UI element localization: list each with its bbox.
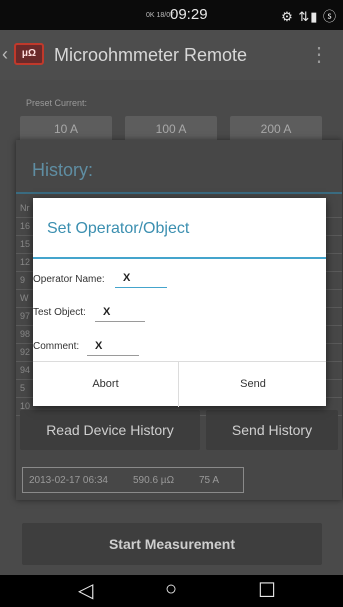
navigation-bar: ◁ ○ ☐ bbox=[0, 575, 343, 607]
overflow-menu-icon[interactable]: ⋮ bbox=[309, 42, 329, 67]
operator-name-label: Operator Name: bbox=[33, 274, 105, 285]
status-icons: ⚙ ⇅▮ ⓢ bbox=[281, 9, 337, 24]
comment-label: Comment: bbox=[33, 341, 80, 352]
row-value: 590.6 µΩ bbox=[133, 475, 175, 486]
send-button[interactable]: Send bbox=[180, 362, 326, 407]
action-bar: ‹ μΩ Microohmmeter Remote ⋮ bbox=[0, 30, 343, 80]
status-bar: 0K 18/07 09:29 ⚙ ⇅▮ ⓢ bbox=[0, 0, 343, 30]
test-object-input[interactable]: X bbox=[95, 304, 145, 322]
history-title: History: bbox=[32, 160, 94, 180]
history-divider bbox=[16, 192, 342, 194]
send-history-button[interactable]: Send History bbox=[206, 410, 338, 450]
clock: 09:29 bbox=[170, 6, 208, 23]
read-device-history-button[interactable]: Read Device History bbox=[20, 410, 200, 450]
nav-back-icon[interactable]: ◁ bbox=[78, 578, 93, 603]
preset-200a-button[interactable]: 200 A bbox=[230, 116, 322, 142]
operator-name-input[interactable]: X bbox=[115, 270, 167, 288]
abort-button[interactable]: Abort bbox=[33, 362, 179, 407]
history-bottom-row: 2013-02-17 06:34 590.6 µΩ 75 A bbox=[22, 467, 244, 493]
row-date: 2013-02-17 06:34 bbox=[29, 475, 108, 486]
test-object-label: Test Object: bbox=[33, 307, 86, 318]
preset-current-label: Preset Current: bbox=[26, 98, 88, 108]
back-chevron-icon[interactable]: ‹ bbox=[2, 44, 8, 65]
comment-input[interactable]: X bbox=[87, 338, 139, 356]
nav-home-icon[interactable]: ○ bbox=[165, 578, 177, 601]
dialog-divider bbox=[33, 257, 326, 259]
start-measurement-button[interactable]: Start Measurement bbox=[22, 523, 322, 565]
preset-10a-button[interactable]: 10 A bbox=[20, 116, 112, 142]
nav-recents-icon[interactable]: ☐ bbox=[258, 578, 276, 603]
preset-100a-button[interactable]: 100 A bbox=[125, 116, 217, 142]
dialog-title: Set Operator/Object bbox=[47, 220, 190, 237]
set-operator-dialog: Set Operator/Object Operator Name: X Tes… bbox=[33, 198, 326, 407]
app-title: Microohmmeter Remote bbox=[54, 45, 248, 65]
dialog-button-bar: Abort Send bbox=[33, 361, 326, 407]
app-logo[interactable]: μΩ bbox=[14, 43, 44, 65]
row-current: 75 A bbox=[199, 475, 220, 486]
